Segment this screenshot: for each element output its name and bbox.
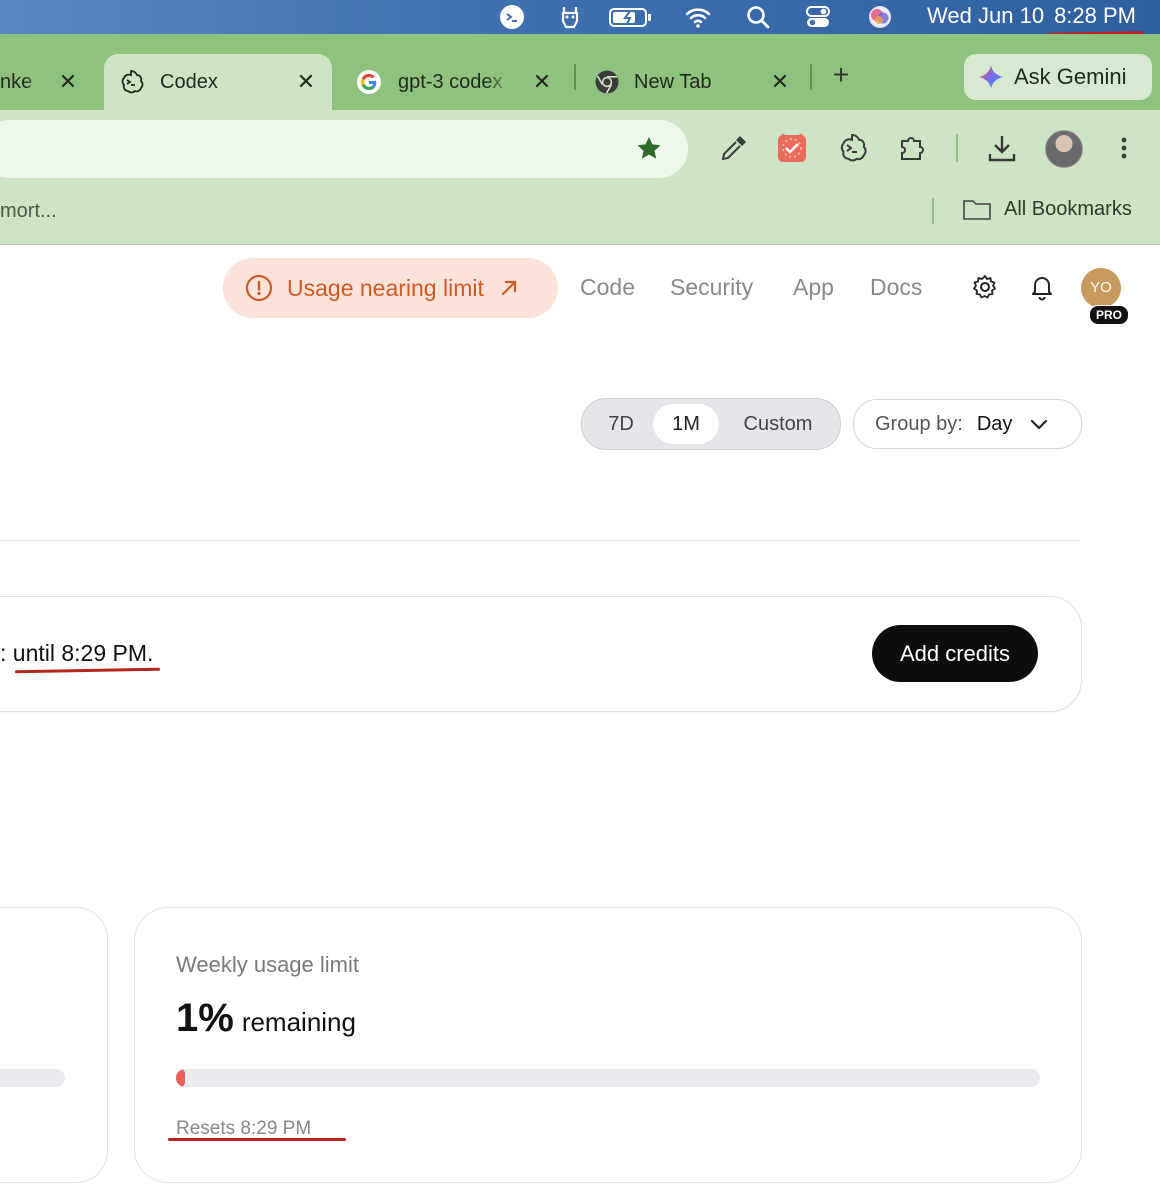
weekly-remaining-label: remaining <box>241 1007 356 1037</box>
close-icon[interactable]: ✕ <box>54 68 82 96</box>
group-by-dropdown[interactable]: Group by: Day <box>853 399 1082 449</box>
usage-card-partial <box>0 907 108 1183</box>
bookmarks-bar: mort... All Bookmarks <box>0 188 1160 245</box>
codex-icon[interactable] <box>498 3 526 31</box>
extensions-puzzle-icon[interactable] <box>896 132 928 164</box>
group-by-value: Day <box>976 412 1013 435</box>
folder-icon <box>962 196 992 222</box>
usage-alert-pill[interactable]: Usage nearing limit <box>223 258 558 318</box>
browser-tab-strip: nke ✕ Codex ✕ gpt-3 codex ✕ New Tab ✕ + … <box>0 34 1160 110</box>
tab-title: Codex <box>160 70 218 93</box>
menubar-time: 8:28 PM <box>1054 3 1136 28</box>
weekly-usage-progress-bar <box>176 1069 1040 1087</box>
nav-link-code[interactable]: Code <box>580 274 635 301</box>
range-option-7d[interactable]: 7D <box>592 404 650 444</box>
bookmarks-divider <box>932 198 934 224</box>
eyedropper-icon[interactable] <box>718 132 750 164</box>
ask-gemini-button[interactable]: Ask Gemini <box>964 54 1152 100</box>
alert-circle-icon <box>245 274 273 302</box>
weekly-remaining-percent: 1% <box>176 996 234 1040</box>
menubar-date: Wed Jun 10 <box>927 3 1045 28</box>
bookmark-item[interactable]: mort... <box>0 200 57 223</box>
toolbar-divider <box>956 134 958 162</box>
chevron-down-icon <box>1028 413 1050 435</box>
gemini-sparkle-icon <box>978 64 1004 90</box>
ask-gemini-label: Ask Gemini <box>1014 64 1127 89</box>
all-bookmarks-button[interactable]: All Bookmarks <box>962 196 1132 222</box>
usage-progress-track-partial <box>0 1069 65 1087</box>
pro-plan-badge: PRO <box>1089 305 1129 325</box>
tab-separator <box>810 64 812 90</box>
all-bookmarks-label: All Bookmarks <box>1004 197 1132 220</box>
wifi-icon[interactable] <box>684 3 712 31</box>
range-option-1m[interactable]: 1M <box>653 404 719 444</box>
weekly-usage-card <box>134 907 1082 1183</box>
new-tab-button[interactable]: + <box>826 60 856 90</box>
control-center-icon[interactable] <box>804 3 832 31</box>
annotation-underline <box>168 1138 346 1141</box>
tab-title: gpt-3 codex <box>398 70 503 93</box>
range-option-custom[interactable]: Custom <box>726 404 830 444</box>
chrome-icon <box>594 69 620 95</box>
user-avatar[interactable]: YO <box>1081 268 1121 308</box>
close-icon[interactable]: ✕ <box>766 68 794 96</box>
browser-toolbar <box>0 110 1160 188</box>
codex-extension-icon[interactable] <box>836 132 868 164</box>
tab-title: nke <box>0 70 33 93</box>
date-range-segmented-control: 7D 1M Custom <box>581 398 841 450</box>
close-icon[interactable]: ✕ <box>292 68 320 96</box>
google-icon <box>356 69 382 95</box>
weekly-usage-title: Weekly usage limit <box>176 952 359 977</box>
macos-menu-bar: Wed Jun 10 8:28 PM <box>0 0 1160 34</box>
arrow-up-right-icon <box>498 277 520 299</box>
bookmark-star-icon[interactable] <box>634 134 664 164</box>
calendar-extension-icon[interactable] <box>776 132 808 164</box>
menubar-clock[interactable]: Wed Jun 10 8:28 PM <box>927 3 1136 29</box>
more-menu-icon[interactable] <box>1108 132 1140 164</box>
add-credits-button[interactable]: Add credits <box>872 625 1038 682</box>
tab-separator <box>574 64 576 90</box>
credits-message-until: until 8:29 PM. <box>12 640 154 666</box>
close-icon[interactable]: ✕ <box>528 68 556 96</box>
weekly-remaining: 1% remaining <box>176 996 356 1041</box>
tab-new-tab[interactable]: New Tab ✕ <box>580 54 808 110</box>
codex-favicon-icon <box>118 69 144 95</box>
section-divider <box>0 540 1080 541</box>
tab-google-search[interactable]: gpt-3 codex ✕ <box>340 54 568 110</box>
credits-message-prefix: : <box>0 640 13 666</box>
address-bar[interactable] <box>0 120 688 178</box>
profile-avatar[interactable] <box>1045 130 1083 168</box>
weekly-reset-time: Resets 8:29 PM <box>176 1118 312 1139</box>
usage-alert-label: Usage nearing limit <box>287 274 484 301</box>
tab-codex[interactable]: Codex ✕ <box>104 54 332 110</box>
group-by-label: Group by: <box>875 412 963 435</box>
settings-gear-icon[interactable] <box>970 272 1000 302</box>
notifications-bell-icon[interactable] <box>1027 272 1057 302</box>
credits-message: : until 8:29 PM. <box>0 640 153 667</box>
nav-link-security[interactable]: Security <box>670 274 753 301</box>
alpaca-icon[interactable] <box>556 3 584 31</box>
nav-link-docs[interactable]: Docs <box>870 274 922 301</box>
nav-link-app[interactable]: App <box>793 274 834 301</box>
search-icon[interactable] <box>744 3 772 31</box>
download-icon[interactable] <box>986 132 1018 164</box>
tab-linked[interactable]: nke ✕ <box>0 54 96 110</box>
siri-icon[interactable] <box>866 3 894 31</box>
battery-icon[interactable] <box>608 3 654 31</box>
tab-title: New Tab <box>634 70 712 93</box>
